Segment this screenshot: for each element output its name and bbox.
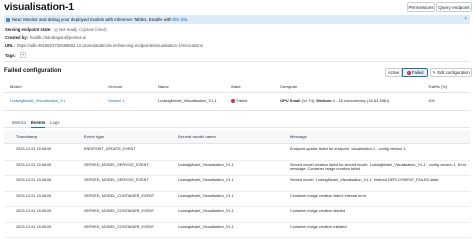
compute-size: Medium [316, 98, 332, 103]
table-row: 2023-12-01 15:08:06 ENDPOINT_UPDATE_EVEN… [4, 145, 470, 161]
served-model-cell: LudwigModel_Visualisation_V1-1 [178, 178, 234, 182]
add-tag-button[interactable]: + [19, 52, 27, 58]
traffic-value: 100 [428, 98, 435, 103]
tab-bar: Metrics Events Logs [4, 120, 470, 128]
timestamp-cell: 2023-12-01 15:08:06 [16, 178, 52, 182]
col-event-type: Event type [84, 134, 105, 139]
timestamp-cell: 2023-12-01 15:06:05 [16, 224, 52, 229]
timestamp-cell: 2023-12-01 15:08:05 [16, 193, 52, 198]
message-cell: Served model creation failed for served … [290, 162, 467, 172]
message-cell: Container image creation initiated [290, 224, 347, 229]
event-type-cell: SERVED_MODEL_SERVICE_EVENT [84, 162, 149, 167]
edit-configuration-button[interactable]: ✎ Edit configuration [430, 68, 472, 77]
compute-cell: GPU Small (1x T4), Medium 4 - 16 concurr… [280, 98, 389, 103]
tab-events[interactable]: Events [31, 120, 46, 128]
tags: Tags: + [5, 52, 27, 58]
version-link[interactable]: Version 1 [108, 98, 125, 103]
table-row: 2023-12-01 15:08:06 SERVED_MODEL_SERVICE… [4, 161, 470, 176]
top-bar: visualisation-1 Permissions Query endpoi… [0, 0, 474, 15]
edit-configuration-label: Edit configuration [437, 70, 470, 75]
url-value[interactable]: https://adb-4919603702589592.12.azuredat… [17, 43, 203, 48]
permissions-button[interactable]: Permissions [407, 2, 435, 12]
timestamp-cell: 2023-12-01 15:08:06 [16, 147, 52, 151]
endpoint-state: Serving endpoint state: Not ready (Updat… [5, 27, 107, 32]
message-cell: Served model `LudwigModel_Visualisation_… [290, 178, 439, 182]
timestamp-cell: 2023-12-01 15:06:05 [16, 209, 52, 213]
col-traffic: Traffic (%) [428, 84, 448, 89]
state-text: Failed [236, 98, 248, 103]
tab-metrics[interactable]: Metrics [12, 120, 26, 127]
tab-logs[interactable]: Logs [50, 120, 60, 127]
state-note: (Update failed) [79, 27, 107, 32]
message-cell: Container image creation started [290, 209, 346, 213]
close-icon[interactable]: × [464, 16, 467, 22]
col-timestamp: Timestamp [16, 134, 38, 139]
config-row: LudwigModel_Visualisation_V1 Version 1 L… [4, 96, 470, 106]
banner-link[interactable]: this link. [173, 17, 189, 22]
message-cell: Container image creation failed: interna… [290, 193, 367, 198]
event-type-cell: SERVED_MODEL_SERVICE_EVENT [84, 178, 149, 182]
divider [4, 92, 470, 93]
table-row: 2023-12-01 15:08:06 SERVED_MODEL_SERVICE… [4, 176, 470, 192]
page-title: visualisation-1 [4, 1, 74, 13]
state-key: Serving endpoint state: [5, 27, 52, 32]
failed-toggle-label: Failed [412, 70, 424, 75]
col-model: Model [10, 84, 22, 89]
event-type-cell: SERVED_MODEL_CONTAINER_EVENT [84, 193, 155, 198]
table-row: 2023-12-01 15:06:05 SERVED_MODEL_CONTAIN… [4, 207, 470, 223]
served-model-cell: LudwigModel_Visualisation_V1-1 [178, 162, 234, 167]
col-message: Message [290, 134, 307, 139]
col-state: State [231, 84, 241, 89]
table-row: 2023-12-01 15:08:05 SERVED_MODEL_CONTAIN… [4, 192, 470, 207]
compute-concurrency: 4 - 16 concurrency (16-64 DBU) [332, 98, 390, 103]
banner-text: New: Monitor and debug your deployed mod… [12, 17, 172, 22]
col-served-model: Served model name [178, 134, 216, 139]
query-endpoint-button[interactable]: Query endpoint [436, 2, 472, 12]
state-cell: Failed [231, 98, 247, 103]
event-type-cell: SERVED_MODEL_CONTAINER_EVENT [84, 224, 155, 229]
event-type-cell: ENDPOINT_UPDATE_EVENT [84, 147, 136, 151]
table-row: 2023-12-01 15:06:05 SERVED_MODEL_CONTAIN… [4, 223, 470, 238]
model-link[interactable]: LudwigModel_Visualisation_V1 [10, 98, 65, 103]
pencil-icon: ✎ [432, 70, 436, 75]
state-value: Not ready [59, 27, 78, 32]
url-key: URL: [5, 43, 16, 48]
events-table-header: Timestamp Event type Served model name M… [4, 131, 470, 144]
failed-status-icon [231, 98, 235, 103]
config-table-header: Model Version Name State Compute Traffic… [4, 82, 470, 91]
served-model-cell: LudwigModel_Visualisation_V1-1 [178, 209, 234, 213]
message-cell: Endpoint update failed for endpoint `vis… [290, 147, 407, 151]
failed-toggle[interactable]: ! Failed [402, 68, 428, 77]
tags-key: Tags: [5, 52, 16, 58]
active-toggle[interactable]: Active [385, 68, 402, 77]
timestamp-cell: 2023-12-01 15:08:06 [16, 162, 52, 167]
col-name: Name [158, 84, 169, 89]
created-by-key: Created by: [5, 35, 29, 40]
endpoint-url: URL: https://adb-4919603702589592.12.azu… [5, 43, 203, 48]
col-compute: Compute [280, 84, 298, 89]
status-dot-icon [53, 27, 58, 32]
served-name: LudwigModel_Visualisation_V1-1 [158, 98, 217, 103]
compute-detail: (1x T4), [301, 98, 316, 103]
error-icon: ! [406, 70, 411, 75]
divider [4, 110, 470, 111]
created-by: Created by: hardik.chandrapan@persus.ai [5, 35, 86, 40]
served-model-cell: LudwigModel_Visualisation_V1-1 [178, 224, 234, 229]
created-by-value: hardik.chandrapan@persus.ai [30, 35, 86, 40]
info-banner: i New: Monitor and debug your deployed m… [4, 15, 470, 24]
served-model-cell: LudwigModel_Visualisation_V1-1 [178, 193, 234, 198]
event-type-cell: SERVED_MODEL_CONTAINER_EVENT [84, 209, 155, 213]
col-version: Version [108, 84, 123, 89]
divider [4, 61, 470, 62]
info-icon: i [6, 17, 10, 22]
section-title: Failed configuration [4, 68, 62, 74]
compute-type: GPU Small [280, 98, 301, 103]
